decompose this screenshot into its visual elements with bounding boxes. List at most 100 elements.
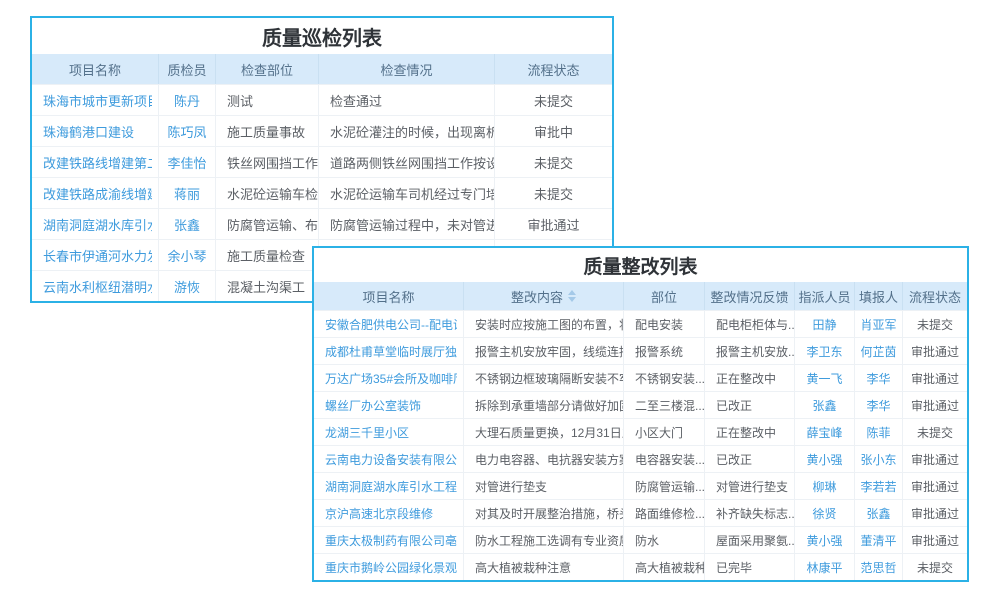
header-rectification-content-label: 整改内容 xyxy=(511,287,563,306)
assignee-link[interactable]: 田静 xyxy=(812,316,836,333)
assignee-link[interactable]: 薛宝峰 xyxy=(806,424,842,441)
status-badge: 审批中 xyxy=(495,115,612,146)
project-name-link[interactable]: 珠海市城市更新项目紫... xyxy=(43,91,152,110)
assignee-link[interactable]: 李卫东 xyxy=(806,343,842,360)
assignee-cell: 田静 xyxy=(795,310,855,337)
reporter-link[interactable]: 李若若 xyxy=(860,478,896,495)
sort-icon[interactable] xyxy=(568,290,576,302)
project-name-link[interactable]: 螺丝厂办公室装饰 xyxy=(325,397,421,414)
header-process-status: 流程状态 xyxy=(903,282,967,310)
project-name-cell: 云南电力设备安装有限公司20... xyxy=(314,445,464,472)
header-rectification-content[interactable]: 整改内容 xyxy=(464,282,624,310)
assignee-link[interactable]: 柳琳 xyxy=(812,478,836,495)
feedback-cell: 对管进行垫支 xyxy=(705,472,795,499)
table-row[interactable]: 湖南洞庭湖水库引水工... 张鑫 防腐管运输、布管 防腐管运输过程中，未对管进行… xyxy=(32,208,612,239)
reporter-link[interactable]: 陈菲 xyxy=(866,424,890,441)
rectification-content-cell: 对管进行垫支 xyxy=(464,472,624,499)
assignee-link[interactable]: 林康平 xyxy=(806,559,842,576)
project-name-link[interactable]: 珠海鹤港口建设 xyxy=(43,122,134,141)
inspection-part-cell: 铁丝网围挡工作检查 xyxy=(216,146,319,177)
rectification-table-title: 质量整改列表 xyxy=(314,248,967,282)
table-row[interactable]: 重庆市鹅岭公园绿化景观提升... 高大植被栽种注意 高大植被栽种 已完毕 林康平… xyxy=(314,553,967,580)
reporter-cell: 张鑫 xyxy=(855,499,903,526)
assignee-link[interactable]: 黄一飞 xyxy=(806,370,842,387)
inspector-link[interactable]: 蒋丽 xyxy=(174,184,200,203)
project-name-link[interactable]: 改建铁路线增建第二线... xyxy=(43,153,152,172)
inspector-link[interactable]: 陈巧凤 xyxy=(167,122,206,141)
feedback-cell: 正在整改中 xyxy=(705,418,795,445)
reporter-link[interactable]: 肖亚军 xyxy=(860,316,896,333)
project-name-cell: 成都杜甫草堂临时展厅独立展... xyxy=(314,337,464,364)
table-row[interactable]: 云南电力设备安装有限公司20... 电力电容器、电抗器安装方案... 电容器安装… xyxy=(314,445,967,472)
assignee-link[interactable]: 黄小强 xyxy=(806,451,842,468)
table-row[interactable]: 重庆太极制药有限公司亳州中... 防水工程施工选调有专业资质... 防水 屋面采… xyxy=(314,526,967,553)
assignee-cell: 张鑫 xyxy=(795,391,855,418)
project-name-link[interactable]: 龙湖三千里小区 xyxy=(325,424,409,441)
part-cell: 不锈钢安装... xyxy=(624,364,705,391)
assignee-cell: 柳琳 xyxy=(795,472,855,499)
rectification-content-cell: 拆除到承重墙部分请做好加固... xyxy=(464,391,624,418)
reporter-link[interactable]: 范思哲 xyxy=(860,559,896,576)
table-row[interactable]: 京沪高速北京段维修 对其及时开展整治措施，桥头... 路面维修检... 补齐缺失… xyxy=(314,499,967,526)
rectification-content-cell: 不锈钢边框玻璃隔断安装不牢... xyxy=(464,364,624,391)
header-inspector: 质检员 xyxy=(159,54,216,84)
status-badge: 审批通过 xyxy=(903,472,967,499)
project-name-link[interactable]: 京沪高速北京段维修 xyxy=(325,505,433,522)
table-row[interactable]: 改建铁路线增建第二线... 李佳怡 铁丝网围挡工作检查 道路两侧铁丝网围挡工作按… xyxy=(32,146,612,177)
inspection-part-cell: 水泥砼运输车检查 xyxy=(216,177,319,208)
project-name-cell: 重庆市鹅岭公园绿化景观提升... xyxy=(314,553,464,580)
project-name-link[interactable]: 万达广场35#会所及咖啡厅空... xyxy=(325,370,457,387)
reporter-link[interactable]: 张鑫 xyxy=(866,505,890,522)
inspector-link[interactable]: 张鑫 xyxy=(174,215,200,234)
reporter-link[interactable]: 李华 xyxy=(866,397,890,414)
status-badge: 未提交 xyxy=(903,310,967,337)
feedback-cell: 配电柜柜体与... xyxy=(705,310,795,337)
sort-asc-caret-icon xyxy=(568,290,576,295)
inspection-table-title: 质量巡检列表 xyxy=(32,18,612,54)
project-name-link[interactable]: 成都杜甫草堂临时展厅独立展... xyxy=(325,343,457,360)
reporter-cell: 董清平 xyxy=(855,526,903,553)
table-row[interactable]: 万达广场35#会所及咖啡厅空... 不锈钢边框玻璃隔断安装不牢... 不锈钢安装… xyxy=(314,364,967,391)
project-name-link[interactable]: 重庆太极制药有限公司亳州中... xyxy=(325,532,457,549)
project-name-cell: 珠海市城市更新项目紫... xyxy=(32,84,159,115)
assignee-link[interactable]: 黄小强 xyxy=(806,532,842,549)
status-badge: 未提交 xyxy=(495,84,612,115)
inspection-situation-cell: 道路两侧铁丝网围挡工作按设计... xyxy=(319,146,495,177)
table-row[interactable]: 改建铁路成渝线增建第... 蒋丽 水泥砼运输车检查 水泥砼运输车司机经过专门培训… xyxy=(32,177,612,208)
inspector-link[interactable]: 余小琴 xyxy=(167,246,206,265)
project-name-link[interactable]: 云南电力设备安装有限公司20... xyxy=(325,451,457,468)
header-assignee: 指派人员 xyxy=(795,282,855,310)
table-row[interactable]: 安徽合肥供电公司--配电设备... 安装时应按施工图的布置，将... 配电安装 … xyxy=(314,310,967,337)
table-row[interactable]: 成都杜甫草堂临时展厅独立展... 报警主机安放牢固，线缆连接... 报警系统 报… xyxy=(314,337,967,364)
rectification-table-card: 质量整改列表 项目名称 整改内容 部位 整改情况反馈 指派人员 填报人 流程状态… xyxy=(312,246,969,582)
reporter-link[interactable]: 李华 xyxy=(866,370,890,387)
assignee-link[interactable]: 徐贤 xyxy=(812,505,836,522)
status-badge: 未提交 xyxy=(903,553,967,580)
project-name-link[interactable]: 安徽合肥供电公司--配电设备... xyxy=(325,316,457,333)
table-row[interactable]: 珠海鹤港口建设 陈巧凤 施工质量事故 水泥砼灌注的时候，出现离析现象 审批中 xyxy=(32,115,612,146)
project-name-link[interactable]: 湖南洞庭湖水库引水工... xyxy=(43,215,152,234)
table-row[interactable]: 湖南洞庭湖水库引水工程施工标 对管进行垫支 防腐管运输... 对管进行垫支 柳琳… xyxy=(314,472,967,499)
project-name-link[interactable]: 重庆市鹅岭公园绿化景观提升... xyxy=(325,559,457,576)
inspector-cell: 余小琴 xyxy=(159,239,216,270)
table-row[interactable]: 龙湖三千里小区 大理石质量更换，12月31日之... 小区大门 正在整改中 薛宝… xyxy=(314,418,967,445)
project-name-link[interactable]: 湖南洞庭湖水库引水工程施工标 xyxy=(325,478,457,495)
inspector-link[interactable]: 陈丹 xyxy=(174,91,200,110)
assignee-link[interactable]: 张鑫 xyxy=(812,397,836,414)
table-row[interactable]: 珠海市城市更新项目紫... 陈丹 测试 检查通过 未提交 xyxy=(32,84,612,115)
assignee-cell: 黄一飞 xyxy=(795,364,855,391)
feedback-cell: 已改正 xyxy=(705,391,795,418)
reporter-cell: 张小东 xyxy=(855,445,903,472)
inspector-link[interactable]: 游恢 xyxy=(174,277,200,296)
project-name-link[interactable]: 长春市伊通河水力发电... xyxy=(43,246,152,265)
feedback-cell: 报警主机安放... xyxy=(705,337,795,364)
project-name-link[interactable]: 云南水利枢纽潜明水库... xyxy=(43,277,152,296)
rectification-content-cell: 大理石质量更换，12月31日之... xyxy=(464,418,624,445)
reporter-link[interactable]: 何芷茵 xyxy=(860,343,896,360)
project-name-link[interactable]: 改建铁路成渝线增建第... xyxy=(43,184,152,203)
inspector-link[interactable]: 李佳怡 xyxy=(167,153,206,172)
reporter-link[interactable]: 张小东 xyxy=(860,451,896,468)
sort-desc-caret-icon xyxy=(568,297,576,302)
reporter-link[interactable]: 董清平 xyxy=(860,532,896,549)
table-row[interactable]: 螺丝厂办公室装饰 拆除到承重墙部分请做好加固... 二至三楼混... 已改正 张… xyxy=(314,391,967,418)
